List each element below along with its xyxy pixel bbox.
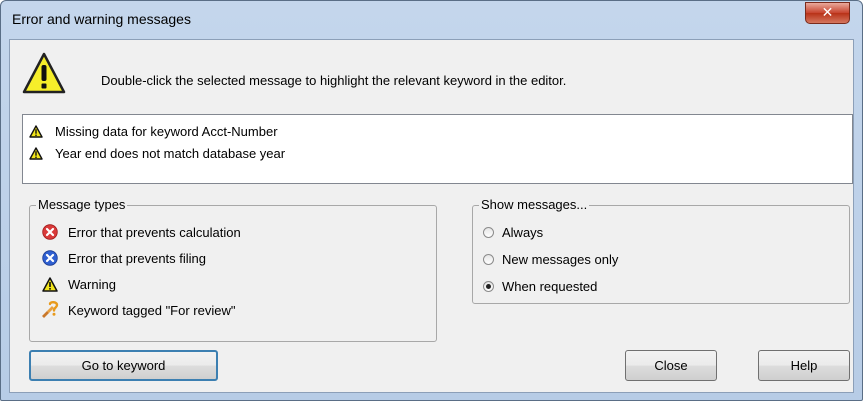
close-window-button[interactable]: ✕ [805, 2, 850, 24]
message-type-for-review: Keyword tagged "For review" [40, 300, 235, 320]
filing-error-icon [40, 248, 60, 268]
list-item[interactable]: Year end does not match database year [29, 143, 285, 163]
message-types-group: Message types Error that prevents calcul… [29, 197, 437, 342]
radio-new-messages-only[interactable]: New messages only [483, 250, 618, 268]
calculation-error-icon [40, 222, 60, 242]
message-type-warning: Warning [40, 274, 116, 294]
dialog-title: Error and warning messages [12, 11, 191, 27]
message-type-filing-error: Error that prevents filing [40, 248, 206, 268]
warning-icon [29, 124, 43, 138]
message-type-calculation-error: Error that prevents calculation [40, 222, 241, 242]
help-button[interactable]: Help [758, 350, 850, 381]
show-messages-legend: Show messages... [479, 197, 590, 212]
close-button[interactable]: Close [625, 350, 717, 381]
message-type-label: Error that prevents calculation [68, 224, 241, 240]
show-messages-group: Show messages... Always New messages onl… [472, 197, 850, 304]
message-list[interactable]: Missing data for keyword Acct-Number Yea… [22, 114, 853, 184]
error-warning-dialog: Error and warning messages ✕ Double-clic… [0, 0, 863, 401]
radio-label: New messages only [502, 251, 619, 267]
radio-when-requested[interactable]: When requested [483, 277, 597, 295]
message-type-label: Error that prevents filing [68, 250, 207, 266]
message-text: Year end does not match database year [55, 145, 286, 161]
radio-button[interactable] [483, 226, 494, 238]
warning-icon [40, 274, 60, 294]
radio-button[interactable] [483, 280, 494, 292]
warning-icon [29, 146, 43, 160]
instruction-text: Double-click the selected message to hig… [101, 73, 567, 88]
radio-button[interactable] [483, 253, 494, 265]
radio-label: When requested [502, 278, 598, 294]
message-type-label: Warning [68, 276, 116, 292]
dialog-body: Double-click the selected message to hig… [9, 39, 854, 393]
message-types-legend: Message types [36, 197, 128, 212]
radio-label: Always [502, 224, 544, 240]
warning-icon [22, 52, 66, 97]
list-item[interactable]: Missing data for keyword Acct-Number [29, 121, 278, 141]
title-bar[interactable]: Error and warning messages ✕ [1, 1, 862, 39]
message-text: Missing data for keyword Acct-Number [55, 123, 278, 139]
radio-always[interactable]: Always [483, 223, 543, 241]
message-type-label: Keyword tagged "For review" [68, 302, 236, 318]
for-review-icon [40, 300, 60, 320]
go-to-keyword-button[interactable]: Go to keyword [29, 350, 218, 381]
